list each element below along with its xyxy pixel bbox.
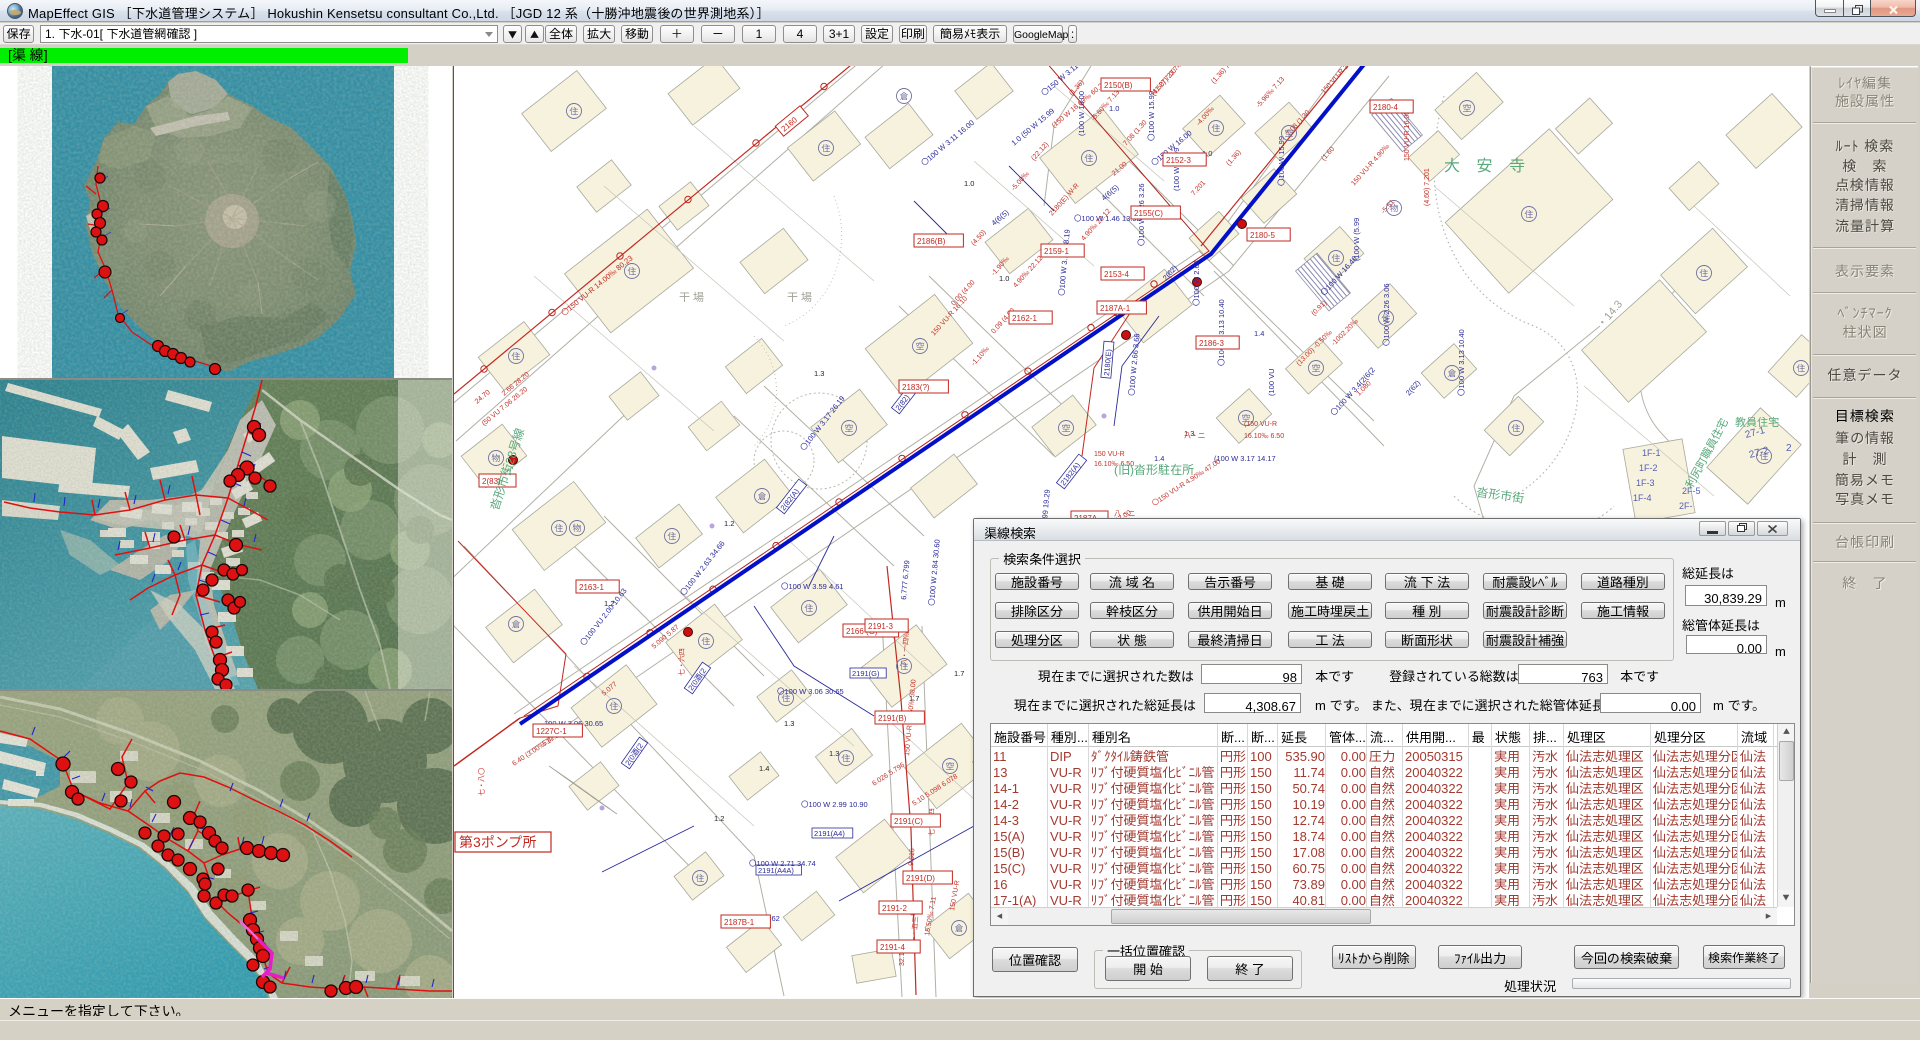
svg-text:空: 空 bbox=[915, 340, 924, 353]
svg-text:住: 住 bbox=[626, 265, 636, 278]
svg-text:2180-5: 2180-5 bbox=[1250, 230, 1275, 241]
svg-text:2159-1: 2159-1 bbox=[1044, 246, 1069, 257]
svg-text:2: 2 bbox=[1786, 439, 1792, 454]
svg-text:2191(B): 2191(B) bbox=[878, 713, 907, 724]
svg-text:〇100 W 2.71 34.74: 〇100 W 2.71 34.74 bbox=[749, 858, 816, 869]
svg-text:住: 住 bbox=[510, 350, 520, 363]
svg-text:〇100 W 3.59 4.61: 〇100 W 3.59 4.61 bbox=[781, 581, 844, 592]
svg-text:2163-1: 2163-1 bbox=[579, 582, 604, 593]
svg-text:住: 住 bbox=[1380, 312, 1390, 325]
svg-text:住: 住 bbox=[568, 105, 578, 118]
svg-text:1.4: 1.4 bbox=[759, 763, 769, 774]
svg-text:倉: 倉 bbox=[757, 490, 767, 503]
svg-text:第3ポンプ所: 第3ポンプ所 bbox=[459, 832, 536, 852]
svg-text:2191(C): 2191(C) bbox=[894, 816, 923, 827]
svg-text:1F-1: 1F-1 bbox=[1642, 446, 1661, 459]
svg-text:住: 住 bbox=[1523, 208, 1533, 221]
svg-text:(100 W 3.17 14.17: (100 W 3.17 14.17 bbox=[1214, 453, 1276, 464]
svg-text:(100 VU: (100 VU bbox=[1266, 368, 1277, 396]
svg-text:1F-2: 1F-2 bbox=[1639, 461, 1658, 474]
svg-text:住: 住 bbox=[1210, 122, 1220, 135]
svg-text:(旧)沓形駐在所: (旧)沓形駐在所 bbox=[1114, 461, 1194, 478]
svg-text:住: 住 bbox=[1510, 422, 1520, 435]
svg-text:1227C-1: 1227C-1 bbox=[536, 726, 567, 737]
svg-text:住: 住 bbox=[803, 602, 813, 615]
svg-text:空: 空 bbox=[844, 422, 853, 435]
svg-text:2191-2: 2191-2 bbox=[882, 903, 907, 914]
svg-text:2187B-1: 2187B-1 bbox=[724, 917, 755, 928]
svg-text:住: 住 bbox=[1795, 362, 1805, 375]
svg-text:空: 空 bbox=[1284, 127, 1293, 140]
svg-text:空: 空 bbox=[1311, 362, 1320, 375]
svg-text:1.2: 1.2 bbox=[724, 518, 734, 529]
svg-text:2186(B): 2186(B) bbox=[917, 236, 946, 247]
svg-text:干場: 干場 bbox=[787, 289, 815, 305]
svg-text:1.0: 1.0 bbox=[999, 273, 1009, 284]
svg-text:住: 住 bbox=[780, 692, 790, 705]
svg-text:1.4: 1.4 bbox=[1254, 328, 1264, 339]
svg-text:八・二: 八・二 bbox=[1184, 431, 1205, 441]
svg-text:1.3: 1.3 bbox=[814, 368, 824, 379]
svg-text:2187A-1: 2187A-1 bbox=[1100, 303, 1131, 314]
svg-text:1.2: 1.2 bbox=[714, 813, 724, 824]
svg-text:1.3: 1.3 bbox=[829, 748, 839, 759]
svg-text:七・八〇: 七・八〇 bbox=[477, 768, 487, 796]
svg-text:倉: 倉 bbox=[954, 922, 964, 935]
svg-text:〇100 W 3.13 10.40: 〇100 W 3.13 10.40 bbox=[1456, 329, 1467, 396]
svg-text:2150(B): 2150(B) bbox=[1104, 80, 1133, 91]
svg-text:1.3: 1.3 bbox=[784, 718, 794, 729]
svg-text:2180-4: 2180-4 bbox=[1373, 102, 1398, 113]
svg-text:2191-4: 2191-4 bbox=[880, 942, 905, 953]
svg-text:住: 住 bbox=[840, 752, 850, 765]
svg-text:2F-: 2F- bbox=[1679, 499, 1693, 512]
svg-text:2F-5: 2F-5 bbox=[1682, 484, 1701, 497]
svg-text:空: 空 bbox=[945, 760, 954, 773]
svg-text:2152-3: 2152-3 bbox=[1166, 155, 1191, 166]
svg-text:空: 空 bbox=[1462, 102, 1471, 115]
svg-text:1F-3: 1F-3 bbox=[1636, 476, 1655, 489]
svg-text:七・六四: 七・六四 bbox=[677, 648, 687, 676]
svg-text:2186-3: 2186-3 bbox=[1199, 338, 1224, 349]
svg-text:大 安 寺: 大 安 寺 bbox=[1444, 152, 1531, 176]
svg-text:2191(G): 2191(G) bbox=[852, 668, 880, 679]
svg-text:住: 住 bbox=[666, 530, 676, 543]
svg-text:1F-4: 1F-4 bbox=[1633, 491, 1652, 504]
svg-text:物: 物 bbox=[572, 522, 581, 535]
svg-text:住: 住 bbox=[820, 142, 830, 155]
svg-text:(4.60) 7.201: (4.60) 7.201 bbox=[1422, 168, 1432, 206]
svg-text:空: 空 bbox=[1241, 412, 1250, 425]
svg-text:150 VU-R 16.00: 150 VU-R 16.00 bbox=[1402, 111, 1412, 161]
svg-text:1.7: 1.7 bbox=[954, 668, 964, 679]
svg-text:150 VU-R: 150 VU-R bbox=[1094, 449, 1125, 459]
svg-text:住: 住 bbox=[700, 635, 710, 648]
svg-text:住: 住 bbox=[694, 872, 704, 885]
svg-text:倉: 倉 bbox=[511, 618, 521, 631]
svg-text:2191(D): 2191(D) bbox=[906, 873, 935, 884]
svg-text:1.0: 1.0 bbox=[964, 178, 974, 189]
svg-text:倉: 倉 bbox=[1447, 367, 1457, 380]
svg-text:〇100 W 3.13 10.40: 〇100 W 3.13 10.40 bbox=[1216, 299, 1227, 366]
svg-text:〇100 W 2.63: 〇100 W 2.63 bbox=[1191, 260, 1202, 306]
svg-text:9.516: 9.516 bbox=[906, 848, 917, 866]
svg-text:2183(?): 2183(?) bbox=[902, 382, 930, 393]
svg-text:2162-1: 2162-1 bbox=[1012, 313, 1037, 324]
svg-text:2155(C): 2155(C) bbox=[1134, 208, 1163, 219]
svg-text:住: 住 bbox=[1698, 267, 1708, 280]
svg-text:〇100 W 15.99: 〇100 W 15.99 bbox=[1276, 136, 1287, 186]
svg-text:住: 住 bbox=[1330, 252, 1340, 265]
svg-text:2153-4: 2153-4 bbox=[1104, 269, 1129, 280]
svg-text:住: 住 bbox=[898, 660, 908, 673]
svg-text:16.10‰ 6.50: 16.10‰ 6.50 bbox=[1244, 431, 1284, 441]
svg-text:干場: 干場 bbox=[679, 289, 707, 305]
svg-text:住: 住 bbox=[608, 700, 618, 713]
svg-text:住: 住 bbox=[1083, 152, 1093, 165]
svg-text:倉: 倉 bbox=[899, 90, 909, 103]
svg-text:空: 空 bbox=[1061, 422, 1070, 435]
svg-text:〇100 W 2.99 10.90: 〇100 W 2.99 10.90 bbox=[801, 799, 868, 810]
svg-text:住: 住 bbox=[553, 522, 563, 535]
svg-text:1.2: 1.2 bbox=[604, 598, 614, 609]
svg-text:物: 物 bbox=[1389, 202, 1398, 215]
svg-text:2191-3: 2191-3 bbox=[868, 621, 893, 632]
svg-text:2191(A4): 2191(A4) bbox=[814, 828, 845, 839]
